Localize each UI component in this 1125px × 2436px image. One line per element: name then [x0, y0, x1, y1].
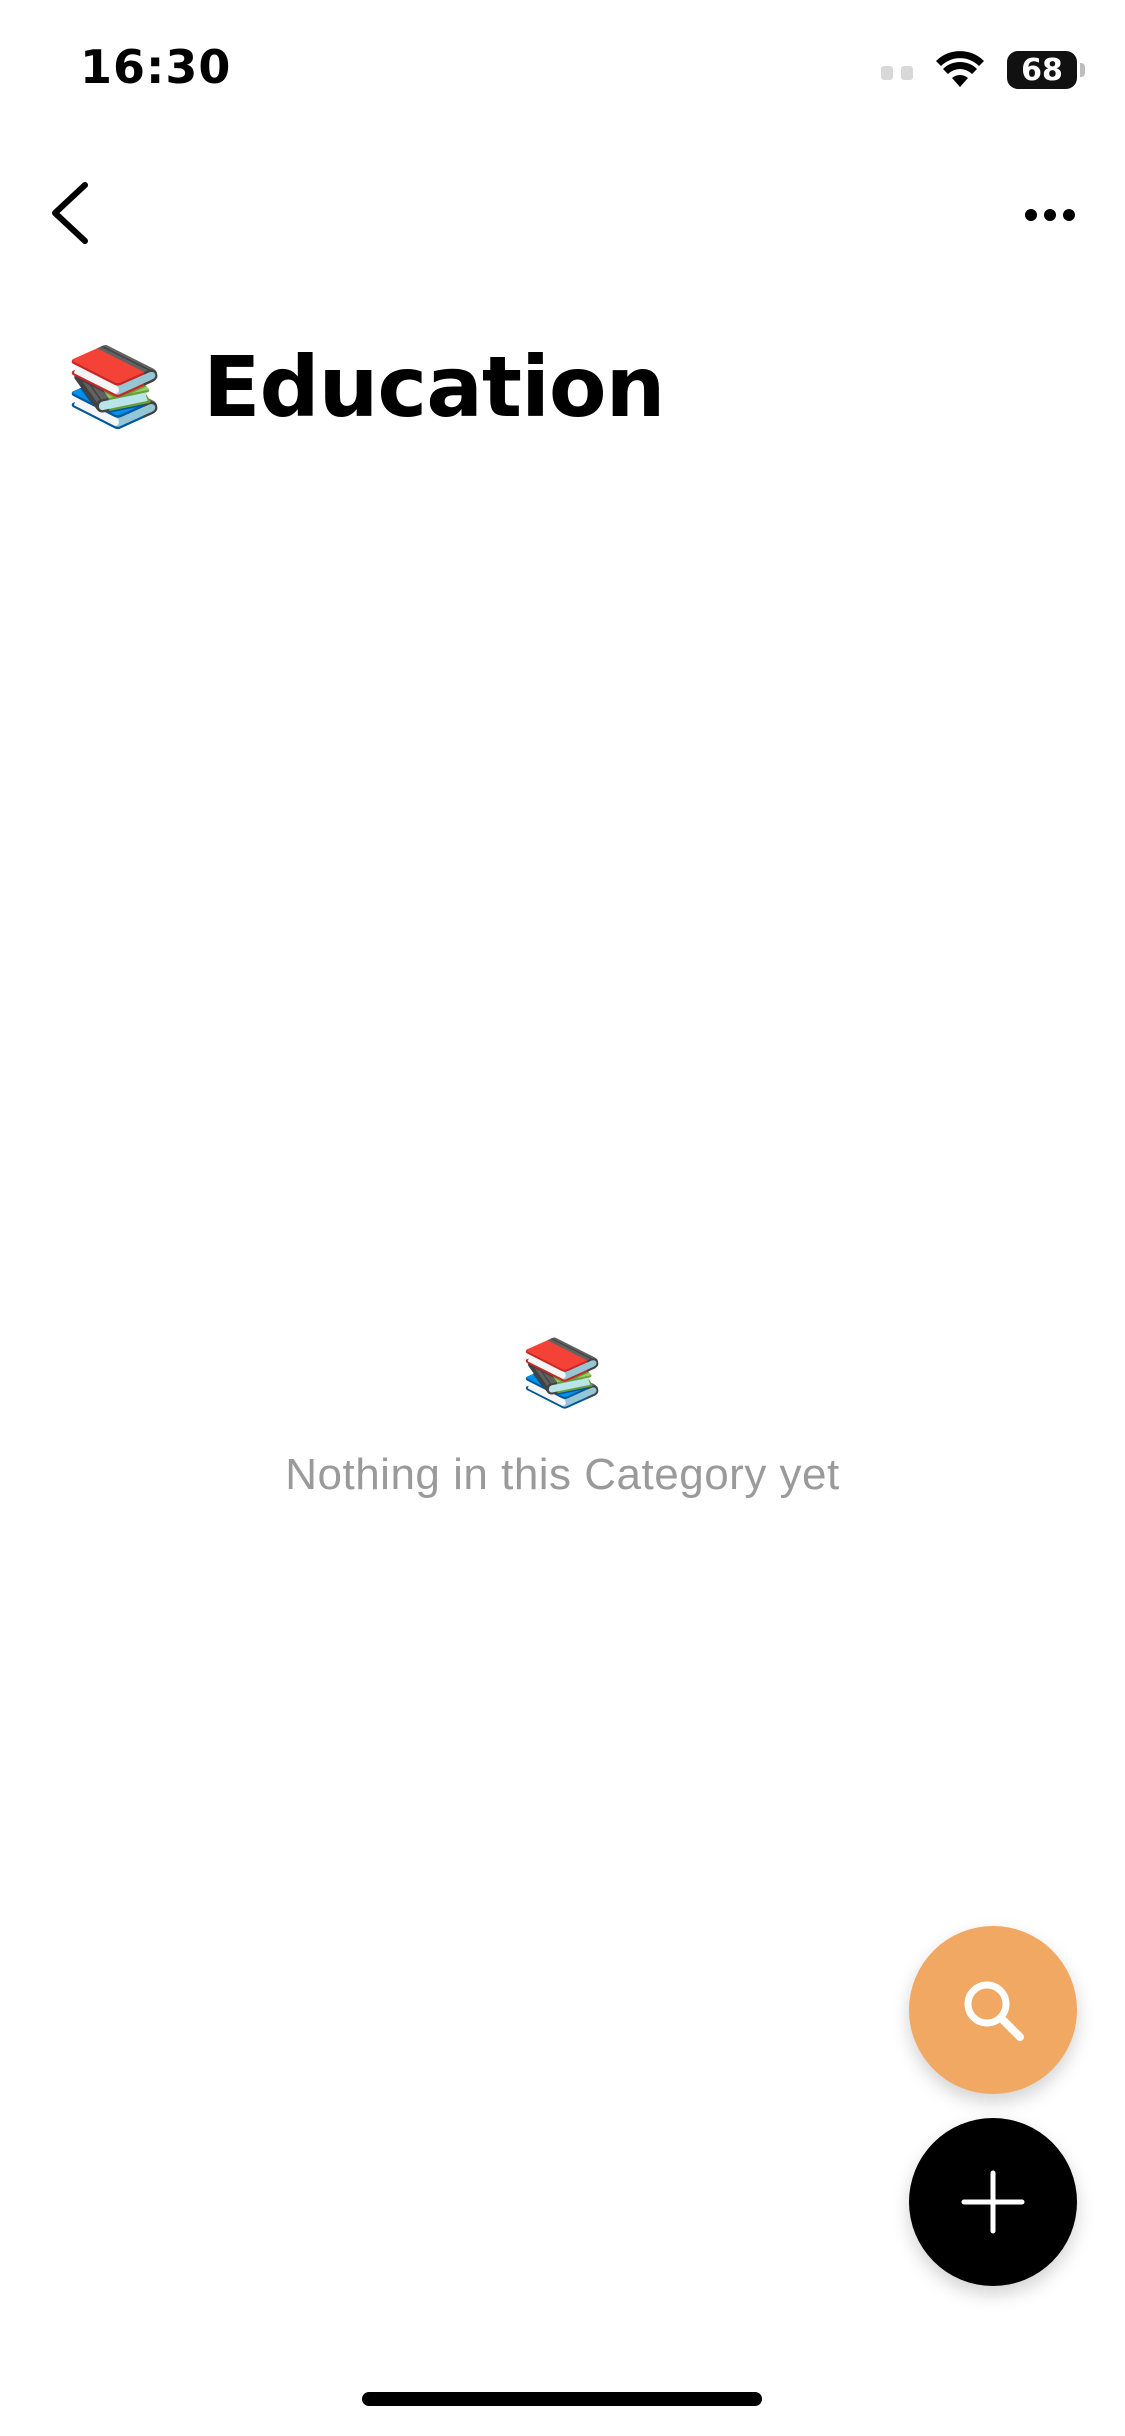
- more-options-button[interactable]: [1005, 180, 1095, 250]
- empty-state-books-icon: 📚: [521, 1334, 604, 1411]
- back-button[interactable]: [30, 168, 110, 258]
- battery-icon: 68: [1007, 51, 1085, 89]
- wifi-icon: [936, 51, 984, 87]
- search-icon: [964, 1981, 1024, 2041]
- page-title: Education: [203, 338, 665, 436]
- battery-level: 68: [1021, 52, 1063, 88]
- category-emoji-icon: 📚: [66, 342, 164, 432]
- page-header: 📚 Education: [66, 332, 665, 442]
- status-icons: 68: [881, 44, 1085, 96]
- plus-icon: [961, 2170, 1025, 2234]
- empty-state: 📚 Nothing in this Category yet: [0, 1340, 1125, 1500]
- home-indicator[interactable]: [362, 2392, 762, 2406]
- chevron-left-icon: [52, 182, 88, 244]
- signal-icon: [881, 60, 913, 80]
- ellipsis-icon: [1025, 209, 1075, 221]
- search-button[interactable]: [909, 1926, 1077, 2094]
- status-time: 16:30: [80, 40, 232, 94]
- add-item-button[interactable]: [909, 2118, 1077, 2286]
- empty-state-message: Nothing in this Category yet: [285, 1450, 840, 1499]
